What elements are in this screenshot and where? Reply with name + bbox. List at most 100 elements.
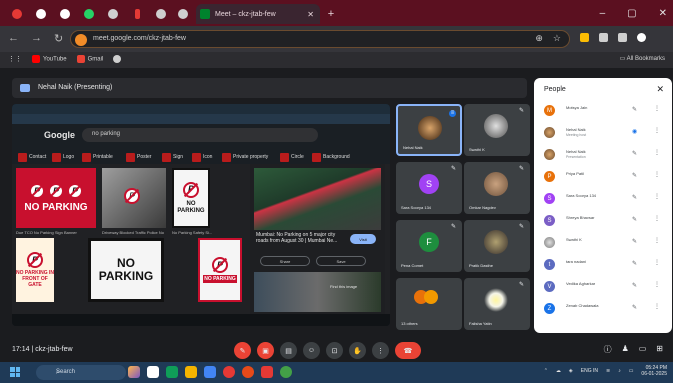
browser-tab[interactable] <box>8 4 26 24</box>
people-list-item[interactable]: V Vedika Agharkar ✎ ⋮ <box>540 278 668 298</box>
bookmark-star-icon[interactable]: ☆ <box>553 33 561 44</box>
file-explorer-icon[interactable] <box>185 366 197 378</box>
info-icon[interactable]: ⓘ <box>604 344 612 355</box>
presenter-chip[interactable]: Nehal Naik (Presenting) <box>12 78 527 98</box>
people-list-item[interactable]: Swathi K ✎ ⋮ <box>540 234 668 254</box>
more-options-icon[interactable]: ⋮ <box>654 105 660 112</box>
bookmark-gmail[interactable]: Gmail <box>76 55 103 63</box>
bookmark-globe[interactable] <box>113 55 124 63</box>
address-bar[interactable]: meet.google.com/ckz-jtab-few ⊕ ☆ <box>70 30 570 48</box>
people-list-item[interactable]: Nehal Naik Presentation ✎ ⋮ <box>540 146 668 166</box>
captions-button[interactable]: ▤ <box>280 342 297 359</box>
battery-icon[interactable]: ▭ <box>629 368 634 374</box>
people-list-item[interactable]: t tara nadani ✎ ⋮ <box>540 256 668 276</box>
participant-tile[interactable]: ✎ Omkar Nagdev <box>464 162 530 214</box>
participant-name: Omkar Nagdev <box>469 205 496 210</box>
navigation-buttons: ← → ↻ <box>8 32 63 45</box>
more-options-button[interactable]: ⋮ <box>372 342 389 359</box>
cloud-icon[interactable]: ☁ <box>556 368 561 374</box>
browser-tab[interactable] <box>56 4 74 24</box>
browser-tab[interactable] <box>128 4 146 24</box>
people-list-item[interactable]: Nehal Naik Meeting host ◉ ⋮ <box>540 124 668 144</box>
mic-off-icon: ✎ <box>519 282 525 288</box>
browser-tab[interactable] <box>80 4 98 24</box>
browser-tab[interactable] <box>32 4 50 24</box>
chrome-icon[interactable] <box>223 366 235 378</box>
taskbar-search[interactable]: ⌕ Search <box>36 365 126 380</box>
taskbar-clock[interactable]: 05:24 PM 06-01-2025 <box>641 365 667 377</box>
forward-icon[interactable]: → <box>31 32 42 45</box>
people-list-item[interactable]: M Motsya Jain ✎ ⋮ <box>540 102 668 122</box>
taskbar-app-icon[interactable] <box>128 366 140 378</box>
leave-call-button[interactable]: ☎ <box>395 342 421 359</box>
people-list-item[interactable]: S Sara Soorya 134 ✎ ⋮ <box>540 190 668 210</box>
participant-tile[interactable]: ✎ Swathi K <box>464 104 530 156</box>
more-options-icon[interactable]: ⋮ <box>654 149 660 156</box>
volume-icon[interactable]: ♪ <box>618 368 621 374</box>
maximize-icon[interactable]: ▢ <box>627 8 636 19</box>
zoom-icon[interactable]: ⊕ <box>535 33 543 44</box>
participant-photo <box>484 288 508 312</box>
bookmark-youtube[interactable]: YouTube <box>32 55 67 63</box>
person-avatar: S <box>544 193 555 204</box>
people-icon[interactable]: ♟ <box>622 344 629 355</box>
more-options-icon[interactable]: ⋮ <box>654 281 660 288</box>
active-browser-tab[interactable]: Meet – ckz-jtab-few ✕ <box>196 4 320 24</box>
others-tile[interactable]: 13 others <box>396 278 462 330</box>
person-name: Vedika Agharkar <box>566 281 596 286</box>
apps-grid-icon[interactable]: ⋮⋮ <box>8 55 22 63</box>
extension-icon[interactable] <box>580 33 589 42</box>
windows-start-icon[interactable] <box>10 367 20 377</box>
more-options-icon[interactable]: ⋮ <box>654 171 660 178</box>
reload-icon[interactable]: ↻ <box>54 32 63 45</box>
wifi-icon[interactable]: ≋ <box>606 368 610 374</box>
taskbar-app-icon[interactable] <box>166 366 178 378</box>
profile-icon[interactable] <box>637 33 646 42</box>
back-icon[interactable]: ← <box>8 32 19 45</box>
chat-icon[interactable]: ▭ <box>639 344 647 355</box>
close-tab-icon[interactable]: ✕ <box>307 10 314 19</box>
browser-tab[interactable] <box>174 4 192 24</box>
taskbar-app-icon[interactable] <box>280 366 292 378</box>
task-view-icon[interactable] <box>147 366 159 378</box>
extension-icon[interactable] <box>599 33 608 42</box>
participant-tile[interactable]: S ✎ Sara Soorya 134 <box>396 162 462 214</box>
more-options-icon[interactable]: ⋮ <box>654 215 660 222</box>
more-options-icon[interactable]: ⋮ <box>654 303 660 310</box>
close-window-icon[interactable]: ✕ <box>659 8 667 19</box>
preview-save-button: Save <box>316 256 366 266</box>
emoji-reactions-button[interactable]: ☺ <box>303 342 320 359</box>
tray-chevron-icon[interactable]: ⌃ <box>544 368 548 374</box>
more-options-icon[interactable]: ⋮ <box>654 127 660 134</box>
browser-tab[interactable] <box>152 4 170 24</box>
people-list-item[interactable]: P Priya Patil ✎ ⋮ <box>540 168 668 188</box>
shared-filter-chips: Contact Logo Printable Poster Sign Icon … <box>12 150 390 164</box>
all-bookmarks[interactable]: ▭ All Bookmarks <box>620 55 665 62</box>
close-icon[interactable]: ✕ <box>656 84 664 95</box>
location-icon[interactable]: ◈ <box>569 368 573 374</box>
microphone-off-button[interactable]: ✎ <box>234 342 251 359</box>
filter-chip: Icon <box>192 152 212 162</box>
taskbar-app-icon[interactable] <box>204 366 216 378</box>
more-options-icon[interactable]: ⋮ <box>654 237 660 244</box>
raise-hand-button[interactable]: ✋ <box>349 342 366 359</box>
more-options-icon[interactable]: ⋮ <box>654 259 660 266</box>
present-screen-button[interactable]: ⊡ <box>326 342 343 359</box>
new-tab-button[interactable]: + <box>324 4 338 24</box>
taskbar-app-icon[interactable] <box>261 366 273 378</box>
minimize-icon[interactable]: – <box>600 8 606 19</box>
more-options-icon[interactable]: ⋮ <box>654 193 660 200</box>
participant-tile[interactable]: ✎ Falisha Yatin <box>464 278 530 330</box>
activities-icon[interactable]: ⊞ <box>656 344 663 355</box>
participant-tile[interactable]: ≡ Nehal Naik <box>396 104 462 156</box>
language-indicator[interactable]: ENG IN <box>581 368 598 374</box>
people-list-item[interactable]: S Shreya Bhavsar ✎ ⋮ <box>540 212 668 232</box>
browser-tab[interactable] <box>104 4 122 24</box>
participant-tile[interactable]: F ✎ Pena Comet <box>396 220 462 272</box>
camera-off-button[interactable]: ▣ <box>257 342 274 359</box>
extension-icon[interactable] <box>618 33 627 42</box>
site-info-icon[interactable] <box>75 34 87 46</box>
taskbar-app-icon[interactable] <box>242 366 254 378</box>
people-list-item[interactable]: Z Zenab Chadawala ✎ ⋮ <box>540 300 668 320</box>
participant-tile[interactable]: ✎ Pratik Dasthe <box>464 220 530 272</box>
